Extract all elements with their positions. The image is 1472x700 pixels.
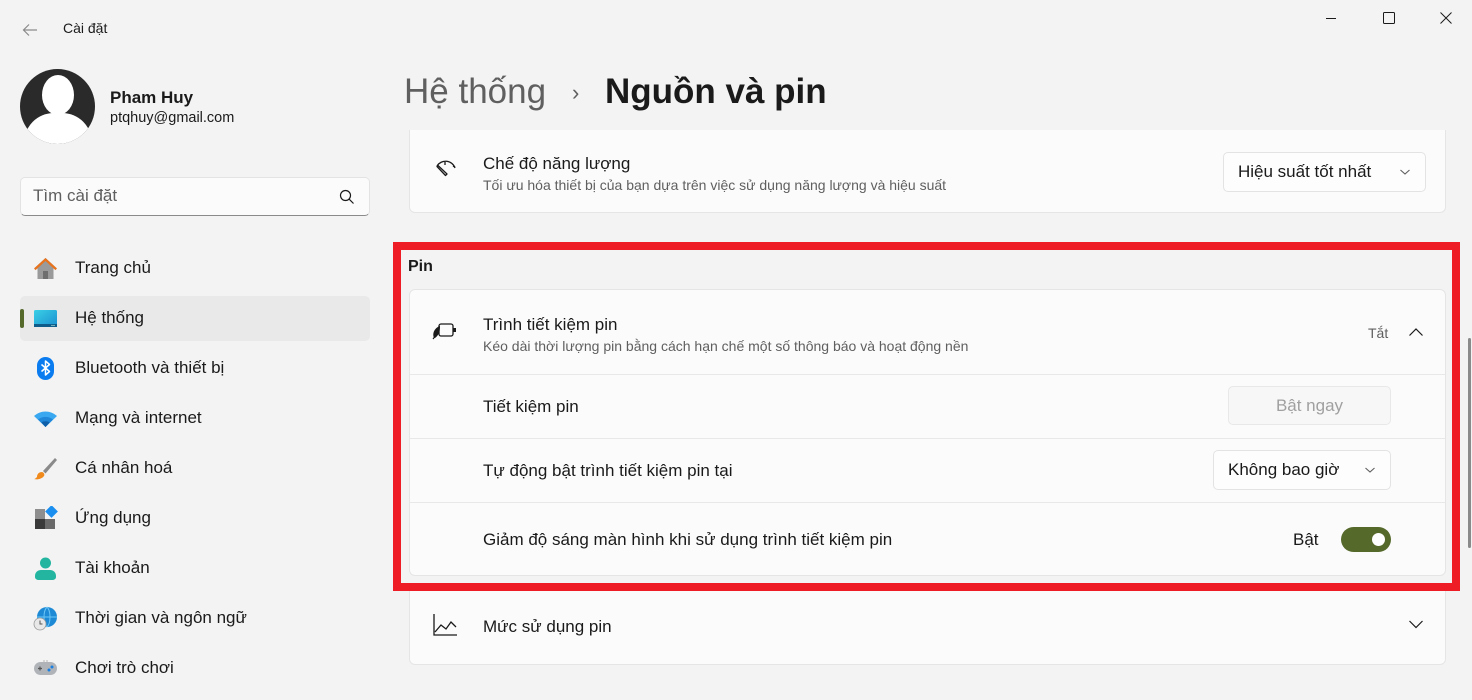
maximize-button[interactable]: [1360, 0, 1418, 36]
sidebar-item-label: Mạng và internet: [75, 408, 202, 427]
home-icon: [34, 258, 57, 279]
bluetooth-icon: [37, 357, 54, 380]
toggle-knob: [1372, 533, 1385, 546]
paintbrush-icon: [34, 458, 57, 480]
back-button[interactable]: [14, 16, 46, 44]
speedometer-icon: [436, 160, 456, 177]
user-name: Pham Huy: [110, 88, 194, 107]
battery-saver-header[interactable]: Trình tiết kiệm pin Kéo dài thời lượng p…: [410, 290, 1445, 374]
divider: [410, 374, 1445, 375]
gamepad-icon: [34, 660, 57, 675]
avatar[interactable]: [20, 69, 95, 144]
maximize-icon: [1383, 12, 1395, 24]
battery-saver-status: Tắt: [1368, 325, 1389, 341]
battery-saver-card: Trình tiết kiệm pin Kéo dài thời lượng p…: [409, 289, 1446, 576]
scrollbar-thumb[interactable]: [1468, 338, 1471, 548]
breadcrumb-parent[interactable]: Hệ thống: [404, 72, 546, 112]
app-title: Cài đặt: [63, 20, 108, 36]
sidebar-item-label: Tài khoản: [75, 558, 150, 577]
sidebar-item-label: Trang chủ: [75, 258, 151, 277]
chart-line-icon: [433, 614, 457, 636]
power-mode-dropdown[interactable]: Hiệu suất tốt nhất: [1223, 152, 1426, 192]
battery-usage-card[interactable]: Mức sử dụng pin: [409, 583, 1446, 665]
sidebar-item-label: Thời gian và ngôn ngữ: [75, 608, 247, 627]
time-language-icon: [33, 606, 57, 631]
sidebar-item-label: Cá nhân hoá: [75, 458, 173, 477]
arrow-left-icon: [22, 24, 37, 36]
selected-indicator: [20, 309, 24, 328]
auto-saver-selected: Không bao giờ: [1228, 460, 1340, 479]
avatar-body-shape: [24, 113, 92, 144]
close-button[interactable]: [1417, 0, 1472, 36]
battery-saver-description: Kéo dài thời lượng pin bằng cách hạn chế…: [483, 338, 969, 354]
minimize-icon: [1326, 18, 1336, 19]
search-icon[interactable]: [339, 189, 355, 205]
wifi-icon: [34, 411, 57, 427]
lower-brightness-state: Bật: [1293, 530, 1319, 549]
close-icon: [1440, 12, 1452, 24]
avatar-head-shape: [42, 75, 74, 115]
page-title: Nguồn và pin: [605, 72, 827, 111]
turn-on-now-button[interactable]: Bật ngay: [1228, 386, 1391, 425]
account-icon: [35, 557, 56, 580]
auto-saver-label: Tự động bật trình tiết kiệm pin tại: [483, 461, 733, 480]
divider: [410, 438, 1445, 439]
sidebar-item-label: Chơi trò chơi: [75, 658, 174, 677]
sidebar-item-home[interactable]: Trang chủ: [20, 246, 370, 291]
lower-brightness-label: Giảm độ sáng màn hình khi sử dụng trình …: [483, 530, 893, 549]
breadcrumb-chevron-icon: ›: [572, 80, 580, 105]
power-mode-title: Chế độ năng lượng: [483, 154, 631, 173]
auto-saver-dropdown[interactable]: Không bao giờ: [1213, 450, 1391, 490]
chevron-down-icon: [1400, 169, 1410, 175]
chevron-down-icon: [1365, 467, 1375, 473]
system-icon: [34, 310, 57, 327]
battery-saver-title: Trình tiết kiệm pin: [483, 315, 618, 334]
battery-saver-icon: [432, 323, 456, 340]
power-mode-card: Chế độ năng lượng Tối ưu hóa thiết bị củ…: [409, 130, 1446, 213]
sidebar-item-apps[interactable]: Ứng dụng: [20, 496, 370, 541]
divider: [410, 502, 1445, 503]
search-box[interactable]: [20, 177, 370, 216]
lower-brightness-toggle[interactable]: [1341, 527, 1391, 552]
sidebar-item-personalization[interactable]: Cá nhân hoá: [20, 446, 370, 491]
minimize-button[interactable]: [1302, 0, 1360, 36]
battery-usage-title: Mức sử dụng pin: [483, 617, 612, 636]
sidebar-item-label: Hệ thống: [75, 308, 144, 327]
power-mode-description: Tối ưu hóa thiết bị của bạn dựa trên việ…: [483, 177, 947, 193]
sidebar-item-system[interactable]: Hệ thống: [20, 296, 370, 341]
sidebar-item-label: Ứng dụng: [75, 508, 151, 527]
saver-now-label: Tiết kiệm pin: [483, 397, 579, 416]
sidebar-item-accounts[interactable]: Tài khoản: [20, 546, 370, 591]
apps-icon: [35, 506, 58, 529]
sidebar-item-network[interactable]: Mạng và internet: [20, 396, 370, 441]
search-input[interactable]: [33, 186, 323, 206]
sidebar-item-gaming[interactable]: Chơi trò chơi: [20, 646, 370, 691]
chevron-down-icon[interactable]: [1408, 618, 1424, 630]
sidebar-item-bluetooth[interactable]: Bluetooth và thiết bị: [20, 346, 370, 391]
sidebar-item-time-language[interactable]: Thời gian và ngôn ngữ: [20, 596, 370, 641]
sidebar-item-label: Bluetooth và thiết bị: [75, 358, 225, 377]
chevron-up-icon[interactable]: [1408, 326, 1424, 338]
user-email: ptqhuy@gmail.com: [110, 110, 235, 126]
section-label-battery: Pin: [408, 258, 433, 275]
power-mode-selected: Hiệu suất tốt nhất: [1238, 162, 1372, 181]
